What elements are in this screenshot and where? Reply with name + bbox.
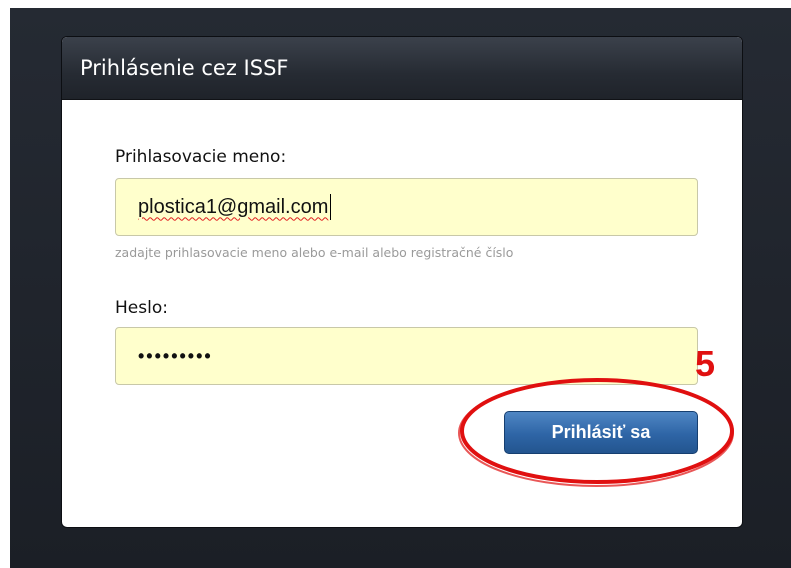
username-value: plostica1@gmail.com xyxy=(138,195,329,218)
password-label: Heslo: xyxy=(115,298,168,318)
login-button[interactable]: Prihlásiť sa xyxy=(504,411,698,454)
text-caret xyxy=(330,194,332,220)
password-input[interactable]: ••••••••• xyxy=(115,327,698,385)
login-button-label: Prihlásiť sa xyxy=(551,422,651,442)
annotation-step-number: 5 xyxy=(695,343,716,384)
username-hint: zadajte prihlasovacie meno alebo e-mail … xyxy=(115,245,514,260)
panel-header: Prihlásenie cez ISSF xyxy=(62,37,742,100)
username-input[interactable]: plostica1@gmail.com xyxy=(115,178,698,236)
panel-title: Prihlásenie cez ISSF xyxy=(80,56,289,80)
password-masked-value: ••••••••• xyxy=(138,345,213,366)
username-label: Prihlasovacie meno: xyxy=(115,147,287,167)
login-panel: Prihlásenie cez ISSF Prihlasovacie meno:… xyxy=(62,37,742,527)
